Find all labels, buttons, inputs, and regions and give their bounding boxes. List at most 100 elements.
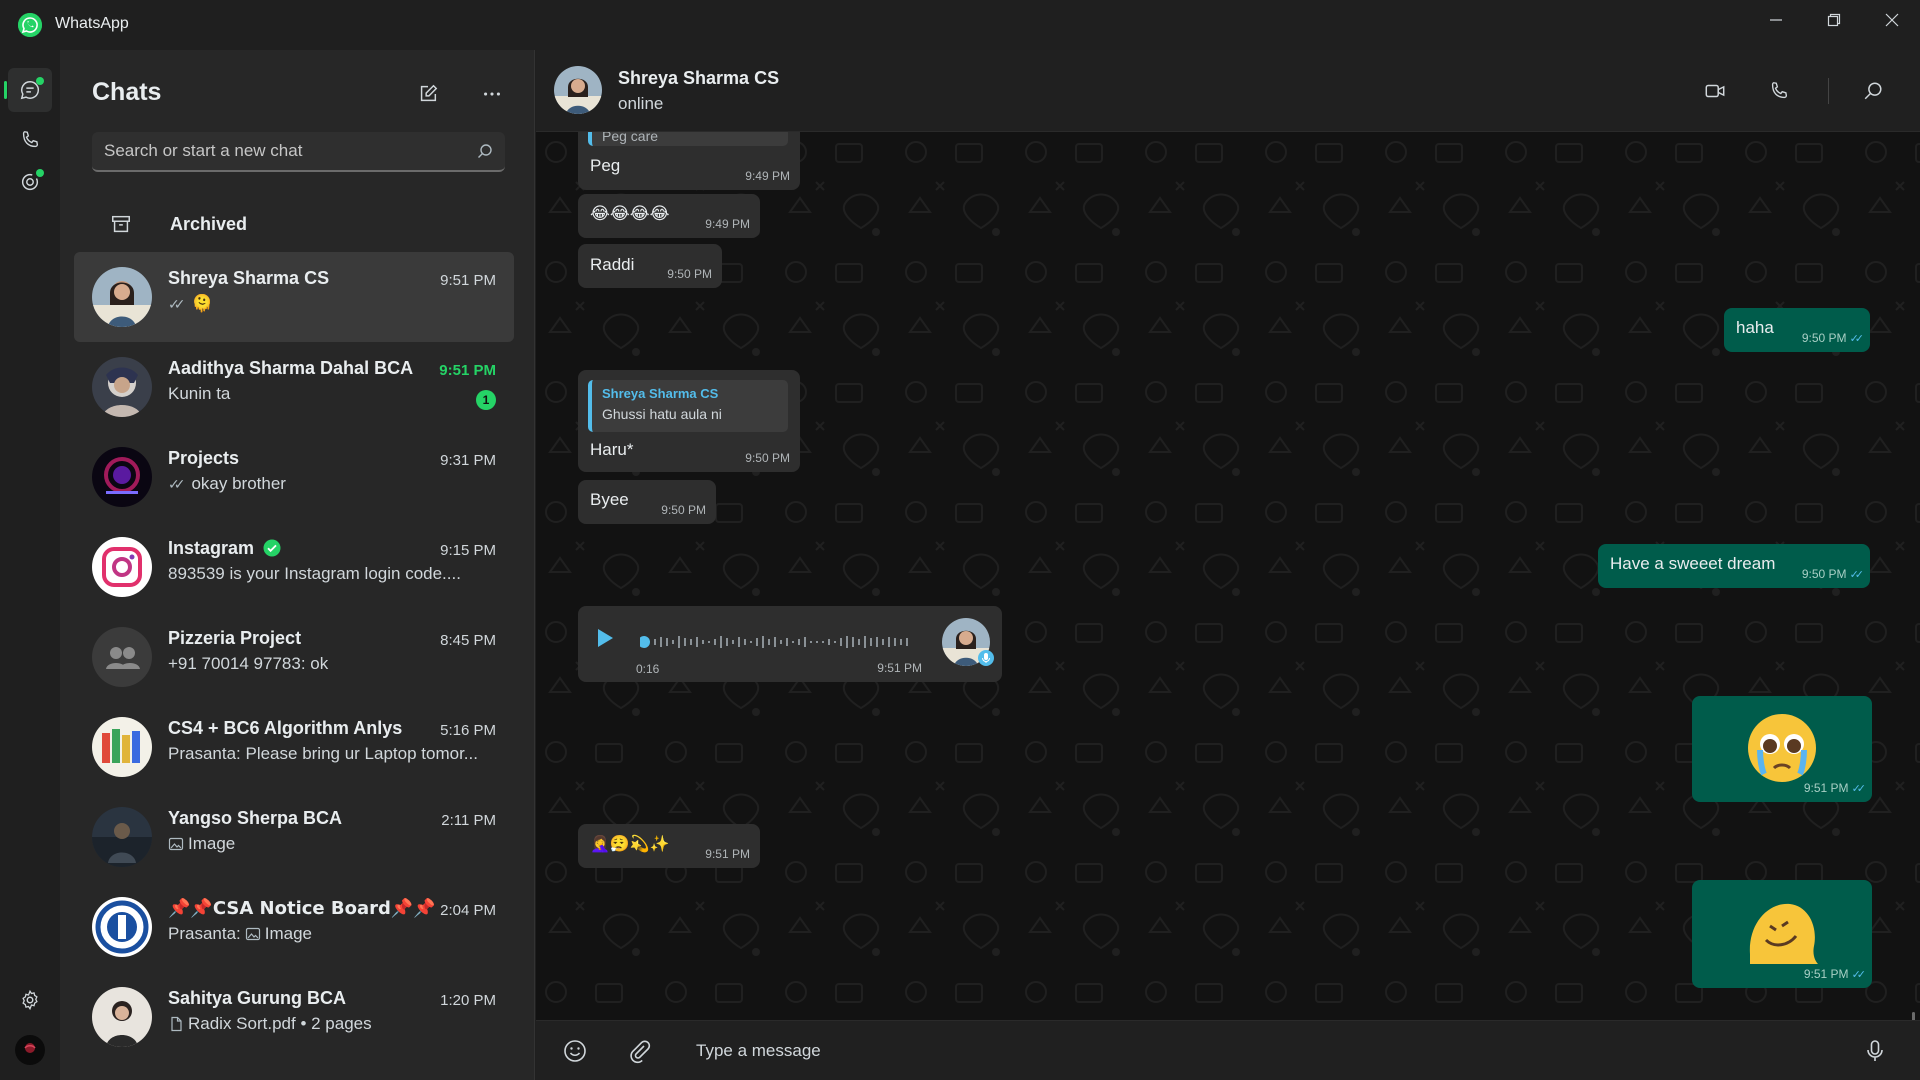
new-activity-dot xyxy=(36,77,44,85)
message-time: 9:49 PM xyxy=(745,169,790,183)
chat-item-pizzeria-project[interactable]: Pizzeria Project 8:45 PM +91 70014 97783… xyxy=(74,612,514,702)
message-input[interactable] xyxy=(696,1031,1846,1071)
image-icon xyxy=(245,927,260,941)
read-ticks-icon: ✓✓ xyxy=(1851,782,1867,795)
message-bubble-incoming[interactable]: Byee 9:50 PM xyxy=(578,480,716,524)
chat-item-instagram[interactable]: Instagram 9:15 PM 893539 is your Instagr… xyxy=(74,522,514,612)
quoted-text: Peg care xyxy=(602,132,659,144)
message-bubble-outgoing[interactable]: Have a sweeet dream 9:50 PM ✓✓ xyxy=(1598,544,1870,588)
settings-button[interactable] xyxy=(8,978,52,1022)
sticker-bubble-outgoing[interactable]: 9:51 PM ✓✓ xyxy=(1692,696,1872,802)
time-text: 9:50 PM xyxy=(1801,331,1847,345)
message-text: 🤦‍♀️😮‍💨💫✨ xyxy=(590,834,670,853)
audio-waveform[interactable] xyxy=(640,634,930,650)
message-bubble-incoming[interactable]: Peg care Peg 9:49 PM xyxy=(578,132,800,190)
voice-message-bubble[interactable]: 0:16 9:51 PM xyxy=(578,606,1002,682)
search-input[interactable] xyxy=(92,132,462,170)
contact-avatar[interactable] xyxy=(554,66,602,114)
voice-duration: 0:16 xyxy=(636,662,660,676)
chat-item-shreya-sharma[interactable]: Shreya Sharma CS 9:51 PM ✓✓ 🫠 xyxy=(74,252,514,342)
read-ticks-icon: ✓✓ xyxy=(1851,968,1867,981)
play-icon[interactable] xyxy=(596,628,614,648)
phone-icon xyxy=(1771,82,1788,99)
preview-text: okay brother xyxy=(191,474,286,493)
read-ticks-icon: ✓✓ xyxy=(168,475,186,492)
preview-text: Prasanta: Please bring ur Laptop tomor..… xyxy=(168,744,478,763)
preview-text: Image xyxy=(188,834,236,853)
chat-name: Yangso Sherpa BCA xyxy=(168,808,343,828)
quoted-message[interactable]: Shreya Sharma CS Ghussi hatu aula ni xyxy=(588,380,788,432)
preview-text: Kunin ta xyxy=(168,384,231,403)
chat-preview: Radix Sort.pdf • 2 pages xyxy=(168,1014,498,1034)
read-ticks-icon: ✓✓ xyxy=(168,295,186,312)
profile-button[interactable] xyxy=(8,1028,52,1072)
message-list: Peg care Peg 9:49 PM 😂😂😂😂 9:49 PM Raddi … xyxy=(536,132,1920,1020)
emoji-icon[interactable] xyxy=(562,1038,588,1064)
quoted-message[interactable]: Peg care xyxy=(588,132,788,146)
message-bubble-incoming[interactable]: Raddi 9:50 PM xyxy=(578,244,722,288)
chat-item-projects[interactable]: Projects 9:31 PM ✓✓ okay brother xyxy=(74,432,514,522)
new-chat-button[interactable] xyxy=(410,76,446,112)
avatar xyxy=(92,447,152,507)
chat-time: 1:20 PM xyxy=(440,992,496,1009)
chat-item-yangso-sherpa[interactable]: Yangso Sherpa BCA 2:11 PM Image xyxy=(74,792,514,882)
message-time: 9:51 PM ✓✓ xyxy=(1804,967,1867,981)
video-call-button[interactable] xyxy=(1700,76,1730,106)
message-list-scrollbar[interactable] xyxy=(1912,1012,1915,1020)
message-time: 9:51 PM xyxy=(877,661,922,675)
microphone-icon xyxy=(978,650,994,666)
header-divider xyxy=(1828,78,1829,104)
chats-nav-button[interactable] xyxy=(4,68,52,112)
preview-text: Radix Sort.pdf • 2 pages xyxy=(188,1014,372,1033)
voice-call-button[interactable] xyxy=(1764,76,1794,106)
video-camera-icon xyxy=(1705,84,1725,98)
chat-list-panel: Chats Archived Shreya Sharma CS 9:51 PM … xyxy=(60,50,587,1080)
message-bubble-incoming[interactable]: 😂😂😂😂 9:49 PM xyxy=(578,194,760,238)
title-bar: WhatsApp xyxy=(0,0,1920,50)
chat-name: Projects xyxy=(168,448,240,468)
close-button[interactable] xyxy=(1864,0,1920,40)
read-ticks-icon: ✓✓ xyxy=(1849,568,1865,581)
chat-preview: +91 70014 97783: ok xyxy=(168,654,498,674)
message-composer xyxy=(536,1020,1920,1080)
chat-time: 2:11 PM xyxy=(441,812,496,829)
preview-text: 🫠 xyxy=(191,294,213,314)
message-text: Peg xyxy=(590,156,621,175)
attach-icon[interactable] xyxy=(626,1038,652,1064)
message-time: 9:50 PM xyxy=(667,267,712,281)
time-text: 9:51 PM xyxy=(1803,781,1849,795)
message-bubble-incoming[interactable]: 🤦‍♀️😮‍💨💫✨ 9:51 PM xyxy=(578,824,760,868)
minimize-button[interactable] xyxy=(1748,0,1804,40)
time-text: 9:50 PM xyxy=(1801,567,1847,581)
message-time: 9:50 PM ✓✓ xyxy=(1801,567,1865,581)
chat-item-cs4-algorithm[interactable]: CS4 + BC6 Algorithm Anlys 5:16 PM Prasan… xyxy=(74,702,514,792)
chat-time: 9:15 PM xyxy=(440,542,496,559)
search-in-chat-button[interactable] xyxy=(1858,76,1888,106)
chat-preview: ✓✓ okay brother xyxy=(168,474,498,494)
more-options-button[interactable] xyxy=(474,76,510,112)
restore-button[interactable] xyxy=(1806,0,1862,40)
avatar xyxy=(92,897,152,957)
microphone-icon[interactable] xyxy=(1862,1038,1888,1064)
search-icon xyxy=(1864,82,1882,100)
chat-item-aadithya[interactable]: Aadithya Sharma Dahal BCA 9:51 PM Kunin … xyxy=(74,342,514,432)
chat-item-sahitya-gurung[interactable]: Sahitya Gurung BCA 1:20 PM Radix Sort.pd… xyxy=(74,972,514,1062)
preview-sender: Prasanta: xyxy=(168,924,241,943)
message-bubble-incoming[interactable]: Shreya Sharma CS Ghussi hatu aula ni Har… xyxy=(578,370,800,472)
message-text: Have a sweeet dream xyxy=(1610,554,1776,573)
calls-nav-button[interactable] xyxy=(8,118,52,162)
compose-icon xyxy=(420,84,438,102)
sticker-bubble-outgoing[interactable]: 9:51 PM ✓✓ xyxy=(1692,880,1872,988)
chat-preview: 893539 is your Instagram login code.... xyxy=(168,564,498,584)
message-bubble-outgoing[interactable]: haha 9:50 PM ✓✓ xyxy=(1724,308,1870,352)
message-text: haha xyxy=(1736,318,1774,337)
gear-icon xyxy=(22,989,38,1011)
pleading-face-sticker xyxy=(1748,714,1816,782)
message-time: 9:51 PM xyxy=(705,847,750,861)
contact-name[interactable]: Shreya Sharma CS xyxy=(618,68,779,89)
quoted-text: Ghussi hatu aula ni xyxy=(602,406,722,422)
chat-item-csa-notice-board[interactable]: 📌📌CSA Notice Board📌📌 2:04 PM Prasanta: I… xyxy=(74,882,514,972)
search-icon[interactable] xyxy=(477,143,493,159)
archived-row[interactable]: Archived xyxy=(74,198,514,250)
status-nav-button[interactable] xyxy=(8,160,52,204)
